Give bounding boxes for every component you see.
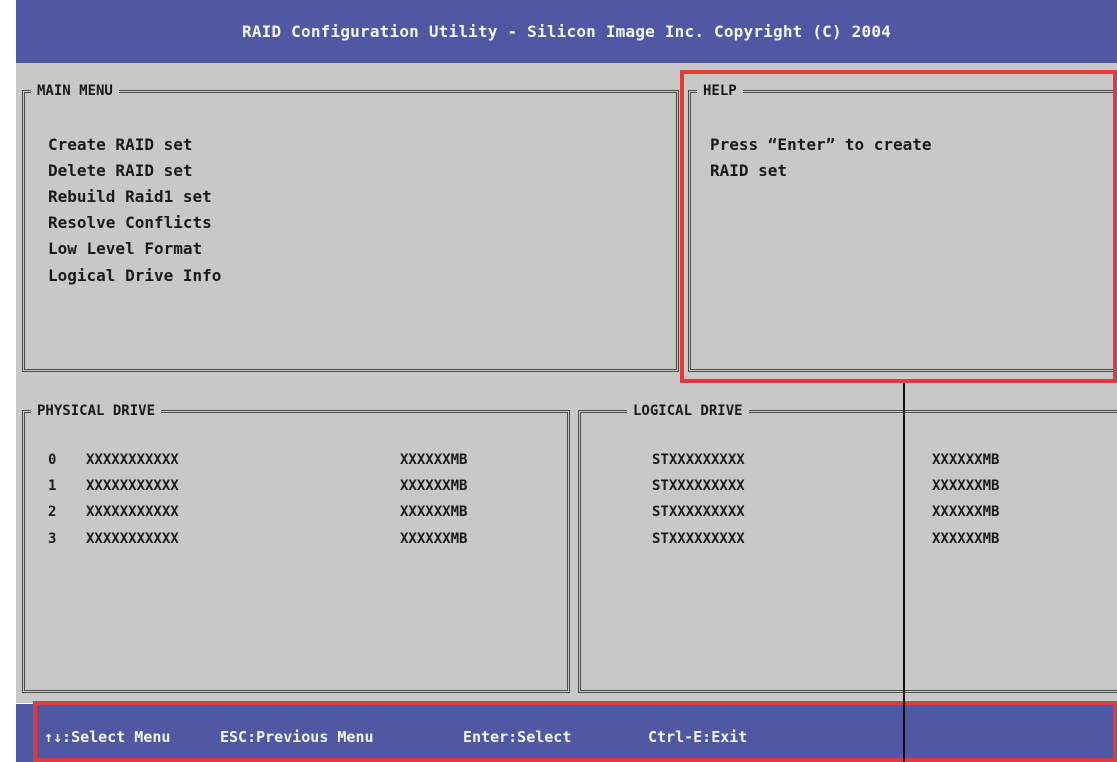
drive-index: 3: [48, 531, 57, 547]
raid-utility-screen: RAID Configuration Utility - Silicon Ima…: [0, 0, 1117, 762]
title-text: RAID Configuration Utility - Silicon Ima…: [242, 22, 891, 41]
logical-drive-heading: LOGICAL DRIVE: [627, 402, 749, 420]
drive-model: XXXXXXXXXXX: [86, 504, 179, 520]
logical-drive-size: XXXXXXMB: [932, 531, 1000, 547]
drive-size: XXXXXXMB: [400, 504, 468, 520]
logical-drive-name: STXXXXXXXXX: [652, 452, 745, 468]
logical-drive-name: STXXXXXXXXX: [652, 504, 745, 520]
status-highlight-box: [33, 701, 1117, 762]
physical-drive-heading: PHYSICAL DRIVE: [31, 402, 162, 420]
menu-item-logical-drive-info[interactable]: Logical Drive Info: [48, 266, 221, 286]
drive-index: 1: [48, 478, 57, 494]
help-highlight-box: [680, 70, 1117, 383]
drive-model: XXXXXXXXXXX: [86, 531, 179, 547]
drive-model: XXXXXXXXXXX: [86, 452, 179, 468]
drive-index: 0: [48, 452, 57, 468]
logical-drive-name: STXXXXXXXXX: [652, 478, 745, 494]
logical-drive-size: XXXXXXMB: [932, 452, 1000, 468]
drive-size: XXXXXXMB: [400, 452, 468, 468]
menu-item-create-raid-set[interactable]: Create RAID set: [48, 135, 193, 155]
drive-size: XXXXXXMB: [400, 478, 468, 494]
menu-item-resolve-conflicts[interactable]: Resolve Conflicts: [48, 213, 212, 233]
drive-index: 2: [48, 504, 57, 520]
logical-drive-size: XXXXXXMB: [932, 478, 1000, 494]
callout-leader-line: [903, 383, 905, 762]
menu-item-rebuild-raid1-set[interactable]: Rebuild Raid1 set: [48, 187, 212, 207]
logical-drive-size: XXXXXXMB: [932, 504, 1000, 520]
logical-drive-name: STXXXXXXXXX: [652, 531, 745, 547]
drive-model: XXXXXXXXXXX: [86, 478, 179, 494]
menu-item-delete-raid-set[interactable]: Delete RAID set: [48, 161, 193, 181]
drive-size: XXXXXXMB: [400, 531, 468, 547]
title-bar: RAID Configuration Utility - Silicon Ima…: [16, 0, 1117, 63]
main-menu-heading: MAIN MENU: [31, 82, 119, 100]
menu-item-low-level-format[interactable]: Low Level Format: [48, 239, 202, 259]
